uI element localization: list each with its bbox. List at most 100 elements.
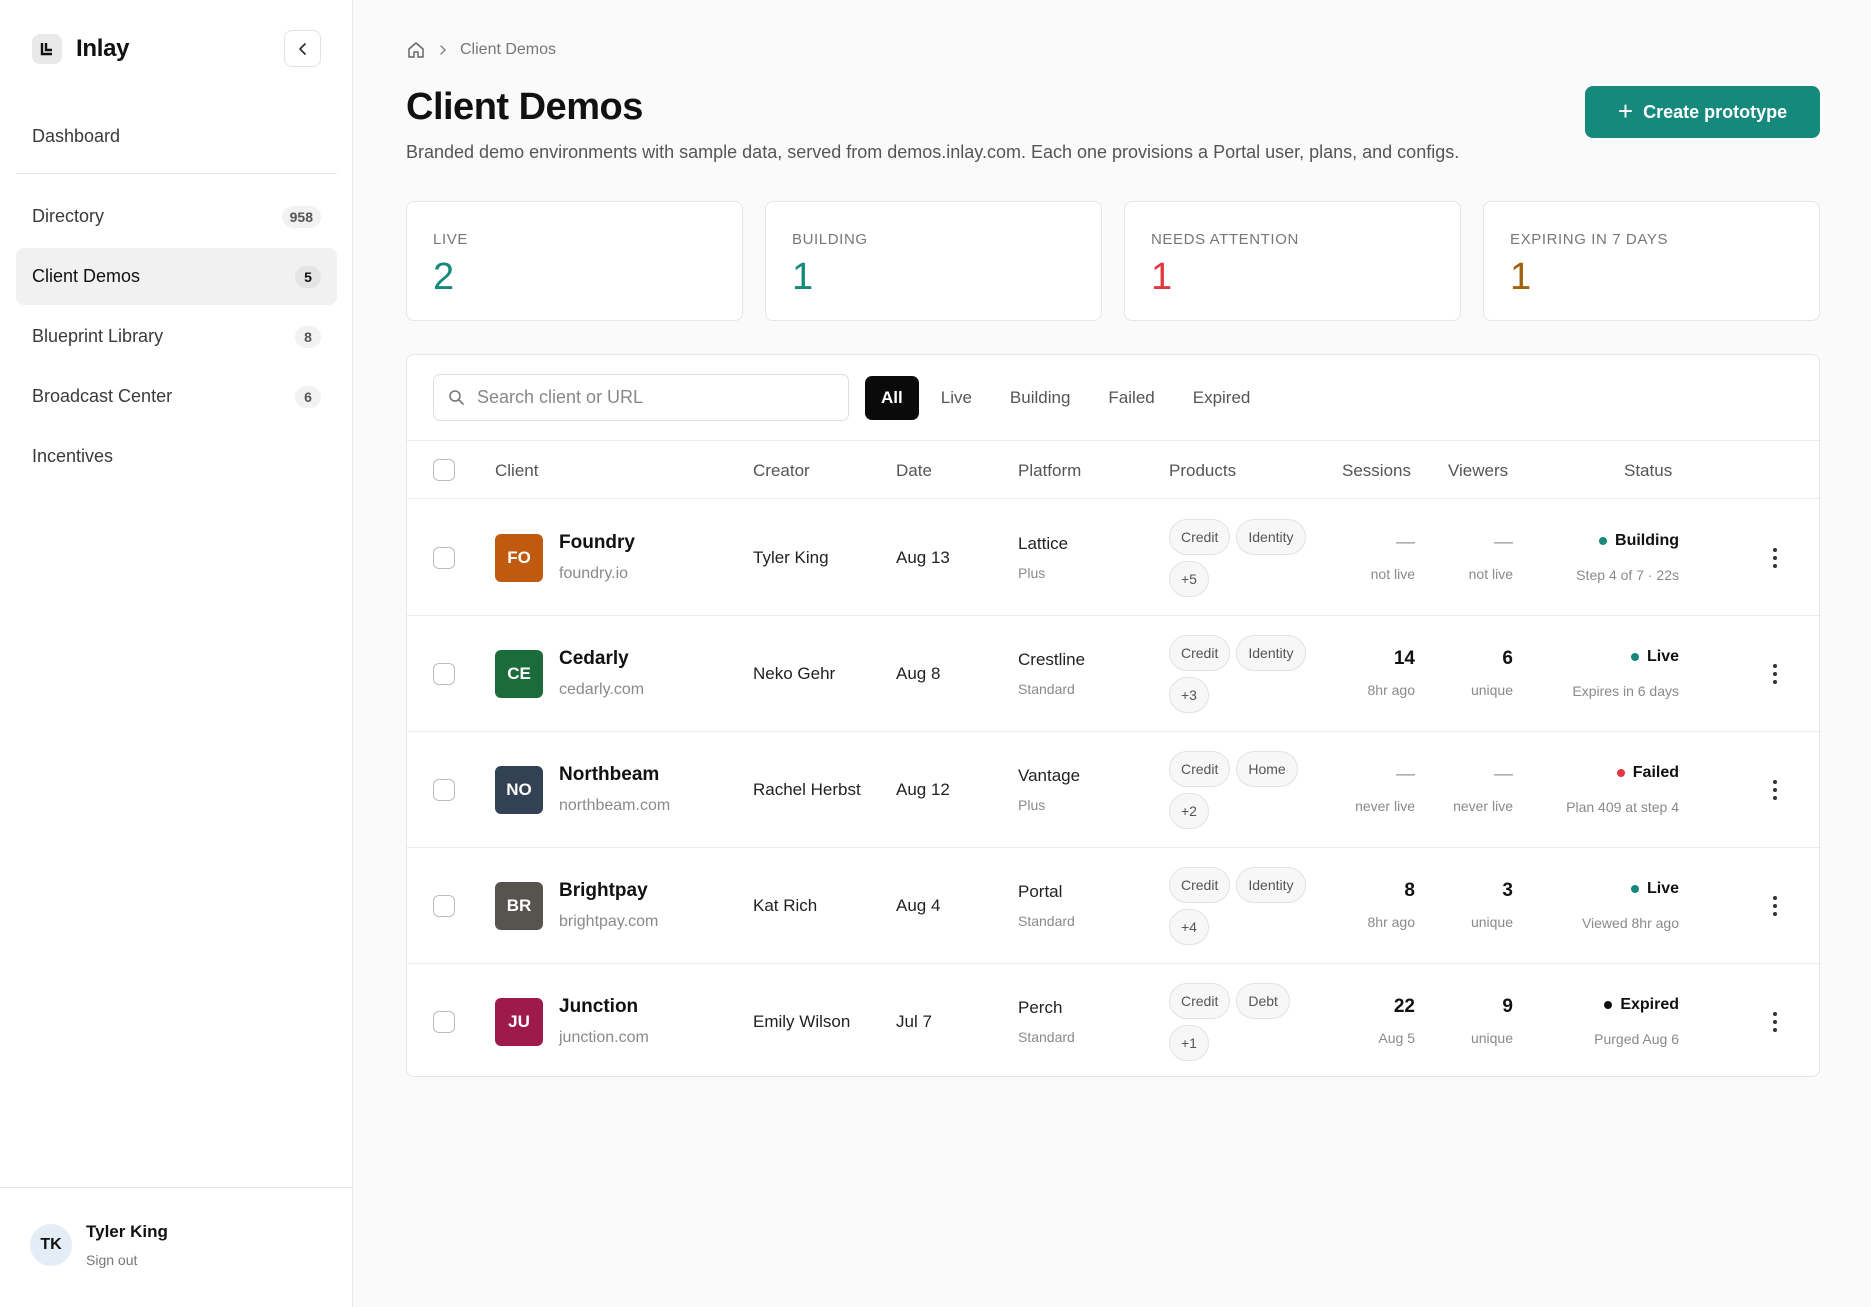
col-client[interactable]: Client [495, 461, 538, 481]
product-chips: Credit Identity +3 [1169, 635, 1329, 713]
product-chip[interactable]: +2 [1169, 793, 1209, 829]
col-date[interactable]: Date [896, 461, 932, 481]
product-chip[interactable]: Credit [1169, 867, 1231, 903]
product-chip[interactable]: +4 [1169, 909, 1209, 945]
col-sessions[interactable]: Sessions [1342, 461, 1411, 481]
stat-card[interactable]: BUILDING 1 [765, 201, 1102, 321]
product-chip[interactable]: Credit [1169, 519, 1231, 555]
product-chip[interactable]: Identity [1236, 867, 1306, 903]
nav-label: Incentives [32, 446, 114, 466]
product-chip[interactable]: Identity [1236, 519, 1306, 555]
sidebar-item-directory[interactable]: Directory 958 [16, 188, 337, 245]
client-avatar: NO [495, 766, 543, 814]
status-detail: Expires in 6 days [1572, 683, 1679, 699]
product-chip[interactable]: Credit [1169, 635, 1231, 671]
select-all-checkbox[interactable] [433, 459, 455, 481]
sessions-sub: 8hr ago [1367, 682, 1415, 698]
sidebar-item-client-demos[interactable]: Client Demos 5 [16, 248, 337, 305]
client-name[interactable]: Cedarly [559, 648, 629, 670]
more-options-icon[interactable] [1763, 544, 1787, 572]
product-chip[interactable]: +1 [1169, 1025, 1209, 1061]
filter-failed[interactable]: Failed [1092, 376, 1170, 420]
more-options-icon[interactable] [1763, 1008, 1787, 1036]
kebab-dot [1773, 780, 1777, 784]
kebab-dot [1773, 548, 1777, 552]
product-chip[interactable]: +3 [1169, 677, 1209, 713]
sidebar-item-broadcast-center[interactable]: Broadcast Center 6 [16, 368, 337, 425]
col-creator[interactable]: Creator [753, 461, 810, 481]
stat-card[interactable]: LIVE 2 [406, 201, 743, 321]
sidebar-item-incentives[interactable]: Incentives [16, 428, 337, 485]
home-icon[interactable] [406, 40, 426, 60]
sign-out-link[interactable]: Sign out [86, 1252, 137, 1268]
search-icon [449, 390, 464, 405]
kebab-dot [1773, 672, 1777, 676]
client-name[interactable]: Junction [559, 996, 638, 1018]
collapse-sidebar-button[interactable] [284, 30, 321, 67]
product-chip[interactable]: Debt [1236, 983, 1290, 1019]
status-filters: All Live Building Failed Expired [865, 376, 1266, 420]
table-row[interactable]: NO Northbeam northbeam.com Rachel Herbst Aug… [407, 732, 1819, 848]
table-row[interactable]: JU Junction junction.com Emily Wilson Jul 7 P… [407, 964, 1819, 1076]
search-input[interactable] [477, 387, 817, 408]
date-cell: Aug 8 [896, 664, 941, 683]
product-chip[interactable]: Home [1236, 751, 1298, 787]
client-url[interactable]: northbeam.com [559, 797, 670, 815]
more-options-icon[interactable] [1763, 660, 1787, 688]
table-row[interactable]: BR Brightpay brightpay.com Kat Rich Aug 4 Por… [407, 848, 1819, 964]
sessions-value: 22 [1393, 996, 1415, 1017]
date-cell: Aug 13 [896, 548, 950, 567]
viewers-sub: unique [1470, 914, 1513, 930]
nav-count-badge: 5 [295, 265, 321, 288]
col-products[interactable]: Products [1169, 461, 1236, 481]
table-row[interactable]: CE Cedarly cedarly.com Neko Gehr Aug 8 Crestl… [407, 616, 1819, 732]
date-cell: Aug 12 [896, 780, 950, 799]
row-checkbox[interactable] [433, 663, 455, 685]
filter-building[interactable]: Building [994, 376, 1087, 420]
kebab-dot [1773, 1028, 1777, 1032]
status-label: Building [1615, 532, 1679, 549]
sidebar-item-blueprint-library[interactable]: Blueprint Library 8 [16, 308, 337, 365]
client-url[interactable]: brightpay.com [559, 913, 658, 931]
status-detail: Purged Aug 6 [1594, 1031, 1679, 1047]
nav-count-badge: 8 [295, 325, 321, 348]
client-name[interactable]: Brightpay [559, 880, 648, 902]
nav-label: Client Demos [32, 266, 141, 286]
stat-card[interactable]: NEEDS ATTENTION 1 [1124, 201, 1461, 321]
product-chip[interactable]: Credit [1169, 983, 1231, 1019]
platform-tier: Standard [1018, 1029, 1075, 1045]
col-viewers[interactable]: Viewers [1448, 461, 1508, 481]
row-checkbox[interactable] [433, 547, 455, 569]
filter-live[interactable]: Live [925, 376, 988, 420]
client-name[interactable]: Northbeam [559, 764, 659, 786]
brand[interactable]: Inlay [32, 34, 130, 64]
status-dot-icon [1630, 885, 1639, 893]
more-options-icon[interactable] [1763, 892, 1787, 920]
filter-all[interactable]: All [865, 376, 919, 420]
stat-card[interactable]: EXPIRING IN 7 DAYS 1 [1483, 201, 1820, 321]
viewers-value: — [1494, 764, 1513, 785]
user-name: Tyler King [86, 1222, 168, 1241]
product-chip[interactable]: Credit [1169, 751, 1231, 787]
creator-cell: Neko Gehr [753, 664, 836, 683]
col-platform[interactable]: Platform [1018, 461, 1081, 481]
client-url[interactable]: junction.com [559, 1029, 649, 1047]
filter-expired[interactable]: Expired [1177, 376, 1267, 420]
client-url[interactable]: cedarly.com [559, 681, 644, 699]
row-checkbox[interactable] [433, 779, 455, 801]
table-row[interactable]: FO Foundry foundry.io Tyler King Aug 13 Latti… [407, 500, 1819, 616]
client-url[interactable]: foundry.io [559, 565, 628, 583]
row-checkbox[interactable] [433, 1011, 455, 1033]
nav-dashboard[interactable]: Dashboard [16, 108, 337, 165]
product-chip[interactable]: Identity [1236, 635, 1306, 671]
product-chip[interactable]: +5 [1169, 561, 1209, 597]
create-prototype-button[interactable]: + Create prototype [1585, 86, 1820, 138]
client-name[interactable]: Foundry [559, 532, 635, 554]
col-status[interactable]: Status [1624, 461, 1672, 481]
search-box[interactable] [433, 374, 849, 421]
product-chips: Credit Debt +1 [1169, 983, 1329, 1061]
platform-tier: Plus [1018, 797, 1046, 813]
avatar[interactable]: TK [30, 1224, 72, 1266]
row-checkbox[interactable] [433, 895, 455, 917]
more-options-icon[interactable] [1763, 776, 1787, 804]
